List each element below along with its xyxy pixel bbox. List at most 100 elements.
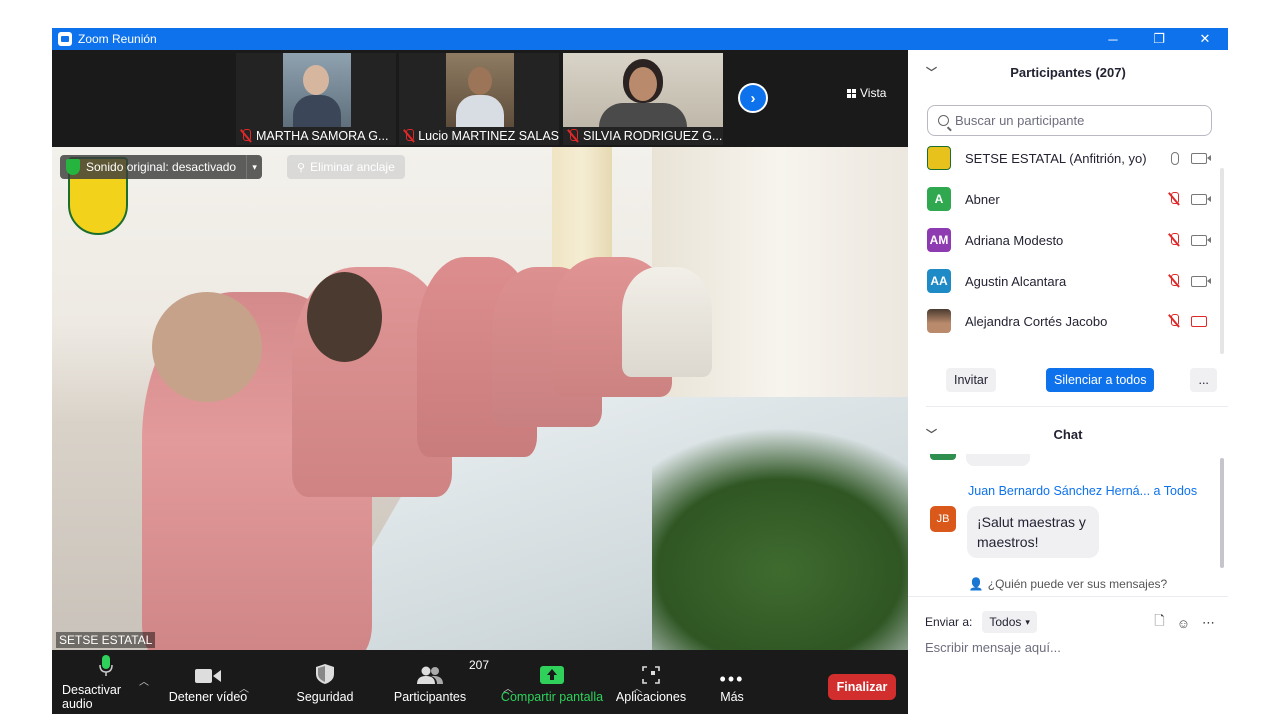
- restore-button[interactable]: ❐: [1136, 28, 1182, 50]
- send-to-label: Enviar a:: [925, 615, 973, 629]
- file-icon[interactable]: 🗋: [1154, 612, 1164, 634]
- original-sound-label: Sonido original: desactivado: [86, 160, 237, 174]
- send-to-row: Enviar a: Todos ▾ 🗋 ☺ ⋯: [925, 610, 1215, 634]
- close-button[interactable]: ✕: [1182, 28, 1228, 50]
- mic-muted-icon[interactable]: [1169, 233, 1179, 247]
- participant-row[interactable]: AM Adriana Modesto: [927, 227, 1211, 253]
- chevron-down-icon[interactable]: ▾: [246, 155, 262, 179]
- participant-video: [446, 53, 514, 127]
- share-screen-icon: [540, 666, 564, 684]
- participant-name: MARTHA SAMORA G...: [256, 129, 389, 143]
- mute-audio-button[interactable]: ︿ Desactivar audio: [62, 650, 150, 714]
- invite-button[interactable]: Invitar: [946, 368, 997, 392]
- participant-actions: Invitar Silenciar a todos ...: [946, 368, 1217, 392]
- stop-video-button[interactable]: ︿ Detener vídeo: [168, 650, 249, 714]
- unpin-label: Eliminar anclaje: [310, 160, 395, 174]
- active-speaker-video: Sonido original: desactivado ▾ ⚲ Elimina…: [52, 147, 908, 650]
- minimize-button[interactable]: ─: [1090, 28, 1136, 50]
- end-meeting-button[interactable]: Finalizar: [828, 674, 896, 700]
- avatar: A: [927, 187, 951, 211]
- recipient: a Todos: [1153, 484, 1198, 498]
- zoom-app-icon: [58, 32, 72, 46]
- more-label: Más: [720, 690, 744, 704]
- mic-off-icon: [240, 129, 252, 143]
- pin-icon: ⚲: [297, 161, 306, 174]
- apps-button[interactable]: Aplicaciones: [616, 650, 686, 714]
- collapse-chevron-icon[interactable]: ﹀: [926, 426, 937, 442]
- thumbnail-video[interactable]: SILVIA RODRIGUEZ G...: [563, 53, 723, 145]
- chat-scrollbar[interactable]: [1220, 458, 1224, 568]
- participant-search-input[interactable]: Buscar un participante: [927, 105, 1212, 136]
- mic-muted-icon[interactable]: [1169, 192, 1179, 206]
- video-off-icon[interactable]: [1191, 315, 1207, 327]
- video-camera-icon[interactable]: [1191, 152, 1211, 164]
- send-to-value: Todos: [989, 615, 1022, 629]
- microphone-icon[interactable]: [1171, 151, 1179, 165]
- video-options-caret[interactable]: ︿: [239, 680, 249, 695]
- side-panel: ﹀ Participantes (207) Buscar un particip…: [908, 50, 1228, 692]
- avatar: [927, 309, 951, 333]
- send-to-select[interactable]: Todos ▾: [982, 611, 1037, 633]
- message-bubble: [966, 454, 1030, 466]
- thumbnail-video[interactable]: Lucio MARTINEZ SALAS: [399, 53, 559, 145]
- message-visibility-label: ¿Quién puede ver sus mensajes?: [987, 577, 1168, 591]
- message-sender: Juan Bernardo Sánchez Herná... a Todos: [968, 484, 1197, 498]
- unpin-button[interactable]: ⚲ Eliminar anclaje: [287, 155, 405, 179]
- speaker-name: SETSE ESTATAL: [56, 632, 156, 648]
- divider: [908, 596, 1228, 597]
- participant-row[interactable]: AA Agustin Alcantara: [927, 268, 1211, 294]
- title-bar: Zoom Reunión ─ ❐ ✕: [52, 28, 1228, 50]
- thumbnail-strip: MARTHA SAMORA G... Lucio MARTINEZ SALAS …: [52, 50, 908, 146]
- mute-audio-label: Desactivar audio: [62, 683, 122, 711]
- message-visibility-link[interactable]: 👤 ¿Quién puede ver sus mensajes?: [908, 574, 1228, 594]
- audio-options-caret[interactable]: ︿: [139, 673, 149, 688]
- participant-name: Agustin Alcantara: [965, 273, 1067, 289]
- more-dots-icon[interactable]: ⋯: [1202, 615, 1215, 631]
- thumbnail-video[interactable]: MARTHA SAMORA G...: [236, 53, 396, 145]
- mic-muted-icon[interactable]: [1169, 274, 1179, 288]
- avatar: JB: [930, 506, 956, 532]
- security-button[interactable]: Seguridad: [292, 650, 358, 714]
- participant-name: Alejandra Cortés Jacobo: [965, 313, 1108, 329]
- avatar: [930, 454, 956, 460]
- video-camera-icon[interactable]: [1191, 234, 1211, 246]
- meeting-area: MARTHA SAMORA G... Lucio MARTINEZ SALAS …: [52, 50, 908, 714]
- sender-name[interactable]: Juan Bernardo Sánchez Herná...: [968, 484, 1150, 498]
- participants-label: Participantes: [393, 690, 467, 704]
- more-button[interactable]: ••• Más: [712, 650, 752, 714]
- mic-muted-icon[interactable]: [1169, 314, 1179, 328]
- shield-icon: [316, 664, 334, 684]
- chevron-down-icon: ▾: [1025, 616, 1030, 627]
- participant-name: Adriana Modesto: [965, 232, 1064, 248]
- search-icon: [938, 115, 949, 126]
- participants-scrollbar[interactable]: [1220, 168, 1224, 354]
- chat-messages[interactable]: Juan Bernardo Sánchez Herná... a Todos J…: [908, 454, 1228, 572]
- next-page-button[interactable]: ›: [738, 83, 768, 113]
- shield-icon: [66, 159, 80, 175]
- participant-row[interactable]: SETSE ESTATAL (Anfitrión, yo): [927, 145, 1211, 171]
- participants-title: Participantes (207): [1010, 64, 1126, 80]
- security-label: Seguridad: [296, 690, 354, 704]
- avatar: AM: [927, 228, 951, 252]
- participant-row[interactable]: Alejandra Cortés Jacobo: [927, 309, 1207, 333]
- participant-video: [563, 53, 723, 127]
- chat-message-input[interactable]: Escribir mensaje aquí...: [925, 640, 1061, 655]
- more-options-button[interactable]: ...: [1190, 368, 1217, 392]
- more-dots-icon: •••: [719, 669, 745, 689]
- share-screen-button[interactable]: ︿ Compartir pantalla: [500, 650, 642, 714]
- participants-count: 207: [469, 658, 490, 672]
- video-camera-icon[interactable]: [1191, 193, 1211, 205]
- avatar: AA: [927, 269, 951, 293]
- view-label: Vista: [860, 86, 887, 100]
- collapse-chevron-icon[interactable]: ﹀: [926, 64, 937, 80]
- participants-button[interactable]: 207 ︿ Participantes: [393, 650, 513, 714]
- original-sound-toggle[interactable]: Sonido original: desactivado ▾: [60, 155, 263, 179]
- emoji-icon[interactable]: ☺: [1177, 616, 1190, 631]
- meeting-toolbar: ︿ Desactivar audio ︿ Detener vídeo Segur…: [52, 650, 908, 714]
- view-button[interactable]: Vista: [847, 86, 886, 100]
- video-camera-icon[interactable]: [1191, 275, 1211, 287]
- mute-all-button[interactable]: Silenciar a todos: [1046, 368, 1155, 392]
- message-bubble: ¡Salut maestras y maestros!: [967, 506, 1099, 558]
- participant-row[interactable]: A Abner: [927, 186, 1211, 212]
- window-title: Zoom Reunión: [78, 32, 157, 46]
